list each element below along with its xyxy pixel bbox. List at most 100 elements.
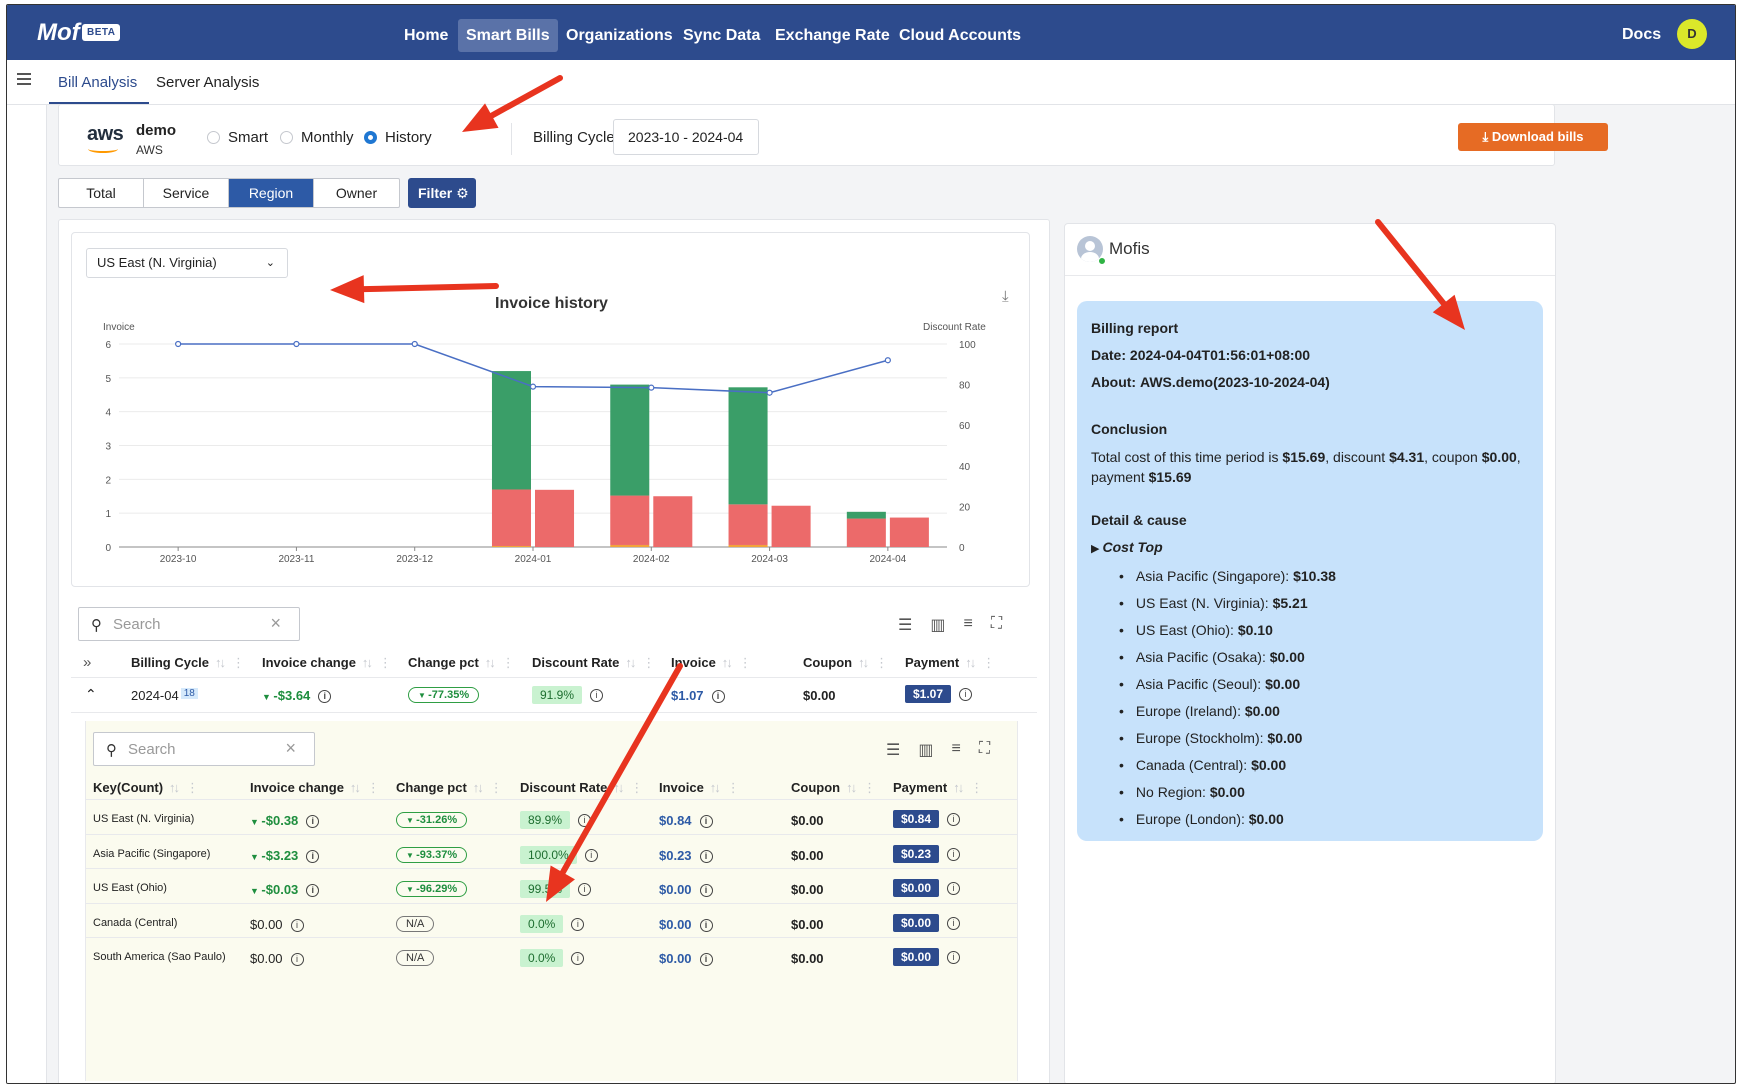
expand-all-icon[interactable]: »	[83, 654, 91, 671]
cell-invoice[interactable]: $0.23 i	[659, 848, 713, 863]
col-change-pct[interactable]: Change pct ↑↓ ⋮	[396, 780, 503, 796]
filter-lines-icon[interactable]: ☰	[898, 615, 912, 635]
columns-icon[interactable]: ▥	[930, 615, 945, 635]
nav-docs[interactable]: Docs	[1622, 26, 1661, 44]
download-bills-button[interactable]: ⤓ Download bills	[1458, 123, 1608, 151]
info-icon: i	[318, 690, 332, 704]
cell-invoice-change: $0.00 i	[250, 951, 304, 967]
y-left-tick-label: 1	[105, 509, 111, 520]
col-invoice[interactable]: Invoice ↑↓ ⋮	[659, 780, 740, 796]
x-tick-label: 2024-01	[515, 554, 552, 565]
col-change-pct[interactable]: Change pct ↑↓ ⋮	[408, 655, 515, 671]
clear-icon[interactable]: ×	[285, 738, 296, 759]
radio-selected-icon	[364, 131, 377, 144]
col-discount-rate[interactable]: Discount Rate ↑↓ ⋮	[532, 655, 655, 671]
discount-rate-point	[529, 383, 537, 390]
tab-bill-analysis[interactable]: Bill Analysis	[58, 74, 137, 91]
filter-lines-icon[interactable]: ☰	[886, 740, 900, 760]
nav-organizations[interactable]: Organizations	[558, 19, 681, 52]
cell-coupon: $0.00	[791, 847, 824, 863]
y-right-tick-label: 60	[959, 421, 971, 432]
radio-history[interactable]: History	[364, 129, 432, 146]
info-icon: i	[699, 884, 713, 898]
info-icon: i	[699, 918, 713, 932]
cost-top-item: Asia Pacific (Singapore): $10.38	[1119, 563, 1529, 590]
fullscreen-icon[interactable]: ⛶	[979, 740, 990, 760]
col-coupon[interactable]: Coupon ↑↓ ⋮	[803, 655, 888, 671]
y-right-tick-label: 80	[959, 381, 971, 392]
nav-home[interactable]: Home	[396, 19, 456, 52]
cell-change-pct: ▼ -93.37%	[396, 846, 468, 863]
nav-sync-data[interactable]: Sync Data	[675, 19, 768, 52]
cell-invoice[interactable]: $0.00 i	[659, 951, 713, 967]
info-icon: i	[290, 918, 304, 932]
table-search-input[interactable]: ⚲ Search ×	[78, 607, 300, 641]
user-avatar[interactable]: D	[1677, 19, 1707, 49]
collapse-row-icon[interactable]: ⌃	[85, 686, 97, 703]
tab-owner[interactable]: Owner	[314, 179, 399, 207]
x-tick-label: 2024-03	[751, 554, 788, 565]
row-divider	[86, 833, 1017, 835]
app-logo[interactable]: Mof	[37, 19, 80, 47]
y-right-tick-label: 0	[959, 543, 965, 554]
col-coupon[interactable]: Coupon ↑↓ ⋮	[791, 780, 876, 796]
tab-service[interactable]: Service	[144, 179, 229, 207]
col-invoice[interactable]: Invoice ↑↓ ⋮	[671, 655, 752, 671]
filter-button[interactable]: Filter ⚙	[408, 178, 476, 208]
row-divider	[71, 677, 1037, 678]
density-icon[interactable]: ≡	[951, 740, 960, 760]
stacked-bar-segment	[846, 511, 886, 519]
clear-icon[interactable]: ×	[270, 613, 281, 634]
fullscreen-icon[interactable]: ⛶	[991, 615, 1002, 635]
col-discount-rate[interactable]: Discount Rate ↑↓ ⋮	[520, 780, 643, 796]
tab-server-analysis[interactable]: Server Analysis	[156, 74, 259, 91]
cell-payment: $0.00 i	[893, 913, 961, 932]
cell-invoice-change: $0.00 i	[250, 917, 304, 932]
aws-logo-icon: aws	[87, 123, 124, 145]
y-left-axis-label: Invoice	[103, 322, 135, 333]
stacked-bar-segment	[491, 545, 531, 547]
cell-invoice[interactable]: $0.00 i	[659, 882, 713, 898]
radio-monthly[interactable]: Monthly	[280, 129, 354, 146]
billing-table: ⚲ Search × ☰ ▥ ≡ ⛶ » Billing Cycle ↑↓ ⋮ In…	[71, 597, 1037, 715]
x-tick-label: 2023-12	[396, 554, 433, 565]
col-payment[interactable]: Payment ↑↓ ⋮	[893, 780, 983, 796]
cell-coupon: $0.00	[791, 882, 824, 897]
account-name: demo	[136, 122, 177, 139]
info-icon: i	[699, 953, 713, 967]
report-title: Billing report	[1091, 320, 1179, 336]
cell-invoice[interactable]: $0.00 i	[659, 917, 713, 932]
billing-cycle-picker[interactable]: 2023-10 - 2024-04	[613, 119, 759, 155]
cell-invoice-change: ▼ -$3.23 i	[250, 848, 320, 863]
cell-invoice[interactable]: $1.07 i	[671, 688, 725, 704]
cell-change-pct: ▼ -77.35%	[408, 686, 480, 703]
cost-top-item: US East (N. Virginia): $5.21	[1119, 590, 1529, 617]
menu-icon[interactable]	[17, 73, 31, 87]
radio-smart[interactable]: Smart	[207, 129, 268, 146]
col-key-count[interactable]: Key(Count) ↑↓ ⋮	[93, 780, 199, 796]
y-left-tick-label: 0	[105, 543, 111, 554]
col-billing-cycle[interactable]: Billing Cycle ↑↓ ⋮	[131, 655, 245, 671]
cell-change-pct: N/A	[396, 949, 435, 966]
nav-smart-bills[interactable]: Smart Bills	[458, 19, 558, 52]
discount-rate-point	[175, 340, 182, 348]
y-left-tick-label: 4	[105, 408, 111, 419]
discount-rate-point	[293, 340, 300, 348]
cell-invoice[interactable]: $0.84 i	[659, 813, 713, 829]
tab-total[interactable]: Total	[59, 179, 144, 207]
col-invoice-change[interactable]: Invoice change ↑↓ ⋮	[262, 655, 392, 671]
cost-top-item: Asia Pacific (Osaka): $0.00	[1119, 644, 1529, 671]
density-icon[interactable]: ≡	[963, 615, 972, 635]
chart-panel: US East (N. Virginia) ⌄ Invoice history ⤓…	[71, 232, 1030, 587]
nav-exchange-rate[interactable]: Exchange Rate	[767, 19, 898, 52]
columns-icon[interactable]: ▥	[918, 740, 933, 760]
cost-top-toggle[interactable]: ▶ Cost Top	[1091, 534, 1529, 563]
cell-payment: $0.23 i	[893, 844, 961, 863]
col-invoice-change[interactable]: Invoice change ↑↓ ⋮	[250, 780, 380, 796]
cell-coupon: $0.00	[791, 951, 824, 966]
dimension-tabs: Total Service Region Owner	[58, 178, 400, 208]
subtable-search-input[interactable]: ⚲ Search ×	[93, 732, 315, 766]
nav-cloud-accounts[interactable]: Cloud Accounts	[891, 19, 1029, 52]
col-payment[interactable]: Payment ↑↓ ⋮	[905, 655, 995, 671]
tab-region[interactable]: Region	[229, 179, 314, 207]
